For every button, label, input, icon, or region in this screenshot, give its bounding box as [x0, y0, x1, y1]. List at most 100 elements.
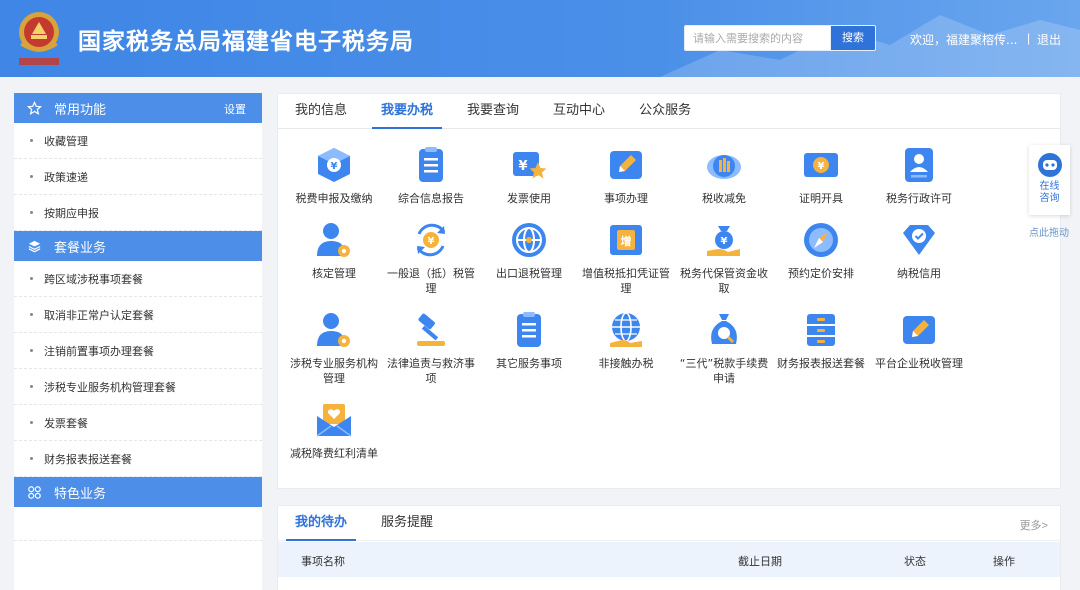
coin-bag-icon [707, 155, 741, 179]
star-icon [26, 100, 42, 116]
drag-handle-hint[interactable]: 点此拖动 [1029, 224, 1069, 239]
layers-icon [26, 238, 42, 254]
search-input[interactable] [684, 25, 831, 51]
svg-text:¥: ¥ [818, 161, 825, 172]
sidebar-item-policy[interactable]: 政策速递 [14, 159, 262, 195]
sidebar-item-agency-mgmt[interactable]: 涉税专业服务机构管理套餐 [14, 369, 262, 405]
tab-my-info[interactable]: 我的信息 [286, 94, 356, 128]
service-certificate[interactable]: ¥ 证明开具 [776, 145, 866, 206]
service-label: 税费申报及缴纳 [295, 192, 373, 205]
pencil-card-icon [610, 151, 642, 179]
service-custody-funds[interactable]: ¥ 税务代保管资金收取 [679, 220, 769, 296]
service-label: 综合信息报告 [398, 192, 464, 205]
service-tax-filing[interactable]: ¥ 税费申报及缴纳 [289, 145, 379, 206]
search-button[interactable]: 搜索 [830, 25, 876, 51]
tab-service-reminder[interactable]: 服务提醒 [372, 506, 442, 540]
service-label: 平台企业税收管理 [875, 357, 963, 370]
tax-box-icon: ¥ [318, 148, 350, 182]
sidebar-item-label: 涉税专业服务机构管理套餐 [44, 380, 176, 394]
service-contactless[interactable]: 非接触办税 [581, 310, 671, 371]
service-panel: 我的信息 我要办税 我要查询 互动中心 公众服务 ¥ 税费申报及缴纳 综合信息报… [277, 93, 1061, 489]
bullet-dot [30, 313, 33, 316]
sidebar-section-title: 特色业务 [54, 486, 107, 502]
service-fee-application[interactable]: “三代”税款手续费申请 [679, 310, 769, 386]
service-tax-relief[interactable]: 税收减免 [679, 145, 769, 206]
welcome-user-text[interactable]: 欢迎，福建聚榕传... [910, 31, 1017, 48]
money-hand-icon: ¥ [707, 226, 740, 256]
service-export-refund[interactable]: 出口退税管理 [484, 220, 574, 281]
invoice-star-icon: ¥ [513, 152, 547, 179]
service-label: 出口退税管理 [496, 267, 562, 280]
service-info-report[interactable]: 综合信息报告 [386, 145, 476, 206]
sidebar-item-cross-region[interactable]: 跨区域涉税事项套餐 [14, 261, 262, 297]
sidebar-item-cancel-abnormal[interactable]: 取消非正常户认定套餐 [14, 297, 262, 333]
diamond-check-icon [903, 225, 935, 255]
service-label: 税务行政许可 [886, 192, 952, 205]
service-legal-remedy[interactable]: 法律追责与救济事项 [386, 310, 476, 386]
grid-icon [26, 484, 42, 500]
tab-my-todo[interactable]: 我的待办 [286, 506, 357, 541]
chat-robot-icon [1037, 153, 1062, 177]
sidebar-section-common[interactable]: 常用功能 设置 [14, 93, 262, 123]
service-tax-cut-list[interactable]: 减税降费红利清单 [289, 400, 379, 461]
user-gear-icon [317, 223, 350, 257]
sidebar-item-label: 取消非正常户认定套餐 [44, 308, 154, 322]
service-label: 发票使用 [507, 192, 551, 205]
service-label: 税务代保管资金收取 [680, 267, 768, 295]
consult-label-line1: 在线 [1039, 181, 1060, 192]
sidebar-item-invoice[interactable]: 发票套餐 [14, 405, 262, 441]
service-label: 涉税专业服务机构管理 [290, 357, 378, 385]
sidebar-section-packages[interactable]: 套餐业务 [14, 231, 262, 261]
column-header-name: 事项名称 [301, 555, 345, 568]
document-icon [517, 312, 541, 347]
sidebar-item-label: 政策速递 [44, 170, 88, 184]
service-label: 非接触办税 [598, 357, 654, 370]
settings-link[interactable]: 设置 [224, 101, 246, 117]
svg-text:¥: ¥ [721, 236, 728, 247]
tab-query[interactable]: 我要查询 [458, 94, 528, 128]
service-label: 法律追责与救济事项 [387, 357, 475, 385]
bullet-dot [30, 175, 33, 178]
service-vat-voucher[interactable]: 增 增值税抵扣凭证管理 [581, 220, 671, 296]
yuan-ticket-icon: ¥ [804, 153, 838, 177]
service-invoice-use[interactable]: ¥ 发票使用 [484, 145, 574, 206]
svg-text:增: 增 [621, 234, 632, 248]
sidebar-item-favorites[interactable]: 收藏管理 [14, 123, 262, 159]
tab-public-service[interactable]: 公众服务 [630, 94, 700, 128]
service-admin-license[interactable]: 税务行政许可 [874, 145, 964, 206]
service-matters[interactable]: 事项办理 [581, 145, 671, 206]
service-tax-credit[interactable]: 纳税信用 [874, 220, 964, 281]
globe-hand-icon [610, 312, 642, 347]
sidebar-section-title: 套餐业务 [54, 240, 107, 256]
sidebar-item-label: 发票套餐 [44, 416, 88, 430]
logout-link[interactable]: 退出 [1037, 31, 1061, 48]
more-link[interactable]: 更多> [1020, 517, 1048, 533]
sidebar-item-periodic-filing[interactable]: 按期应申报 [14, 195, 262, 231]
tab-interaction[interactable]: 互动中心 [544, 94, 614, 128]
sidebar-section-featured[interactable]: 特色业务 [14, 477, 262, 507]
site-header: 国家税务总局福建省电子税务局 搜索 欢迎，福建聚榕传... | 退出 [0, 0, 1080, 77]
online-consult-widget[interactable]: 在线 咨询 [1029, 145, 1070, 215]
svg-text:¥: ¥ [518, 159, 527, 174]
service-label: 核定管理 [312, 267, 356, 280]
service-label: 税收减免 [702, 192, 746, 205]
money-bag-search-icon [711, 314, 737, 344]
column-header-actions: 操作 [993, 555, 1015, 568]
bullet-dot [30, 139, 33, 142]
service-agency-management[interactable]: 涉税专业服务机构管理 [289, 310, 379, 386]
sidebar-item-financial-report[interactable]: 财务报表报送套餐 [14, 441, 262, 477]
pencil-card-icon [903, 316, 935, 344]
sidebar-section-title: 常用功能 [54, 102, 107, 118]
site-title: 国家税务总局福建省电子税务局 [78, 29, 414, 55]
bullet-dot [30, 457, 33, 460]
service-assessment[interactable]: 核定管理 [289, 220, 379, 281]
service-refund[interactable]: ¥ 一般退（抵）税管理 [386, 220, 476, 296]
sidebar-item-deregistration[interactable]: 注销前置事项办理套餐 [14, 333, 262, 369]
sidebar-item-label: 注销前置事项办理套餐 [44, 344, 154, 358]
service-other[interactable]: 其它服务事项 [484, 310, 574, 371]
column-header-status: 状态 [904, 555, 926, 568]
tab-do-tax[interactable]: 我要办税 [372, 94, 443, 129]
service-pricing-arrangement[interactable]: 预约定价安排 [776, 220, 866, 281]
service-financial-package[interactable]: 财务报表报送套餐 [776, 310, 866, 371]
service-platform-enterprise[interactable]: 平台企业税收管理 [864, 310, 974, 371]
